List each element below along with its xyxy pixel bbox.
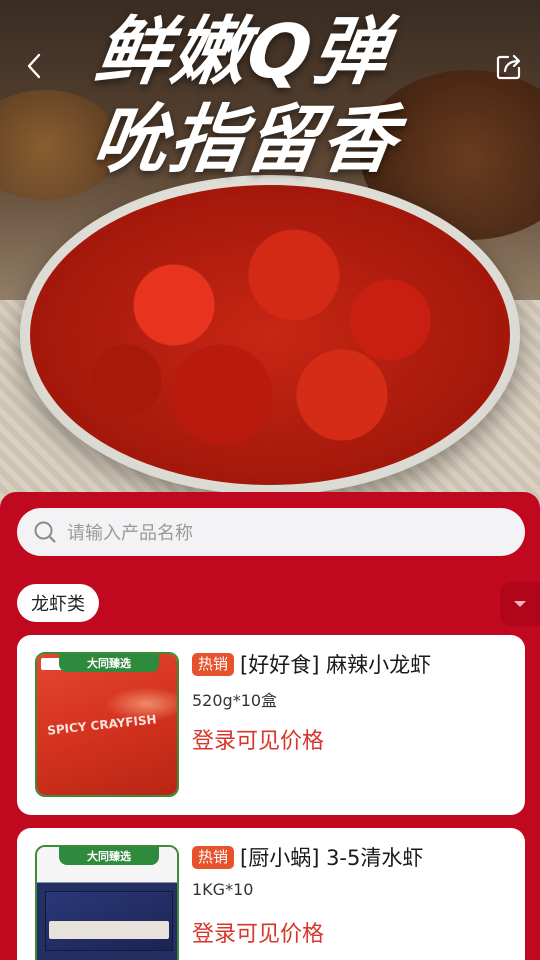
hero-banner: 鲜嫩Q弹 吮指留香 <box>0 0 540 510</box>
search-icon <box>33 520 57 544</box>
search-input[interactable]: 请输入产品名称 <box>17 508 525 556</box>
category-filter: 龙虾类 <box>0 582 540 628</box>
hero-title: 鲜嫩Q弹 吮指留香 <box>58 8 503 184</box>
back-button[interactable] <box>20 52 48 80</box>
thumb-tag: 大同臻选 <box>59 654 159 672</box>
hero-title-line2: 吮指留香 <box>87 97 404 183</box>
chevron-left-icon <box>27 53 41 79</box>
search-placeholder: 请输入产品名称 <box>67 523 193 544</box>
category-expand-button[interactable] <box>500 582 540 626</box>
hot-badge: 热销 <box>192 845 235 869</box>
category-chip-selected[interactable]: 龙虾类 <box>17 584 99 622</box>
product-info: 热销 [好好食] 麻辣小龙虾 520g*10盒 登录可见价格 <box>192 649 513 755</box>
product-name[interactable]: [厨小蜗] 3-5清水虾 <box>240 842 423 872</box>
product-spec: 1KG*10 <box>192 880 254 899</box>
product-info: 热销 [厨小蜗] 3-5清水虾 1KG*10 登录可见价格 <box>192 842 513 948</box>
product-thumbnail[interactable]: 大同臻选 <box>35 845 179 960</box>
thumb-tag: 大同臻选 <box>59 847 159 865</box>
caret-down-icon <box>514 601 526 607</box>
share-icon <box>496 54 521 80</box>
share-button[interactable] <box>494 52 524 82</box>
product-card[interactable]: 大同臻选 SPICY CRAYFISH 热销 [好好食] 麻辣小龙虾 520g*… <box>17 635 525 815</box>
login-to-view-price[interactable]: 登录可见价格 <box>192 723 513 755</box>
product-name[interactable]: [好好食] 麻辣小龙虾 <box>240 649 431 679</box>
product-card[interactable]: 大同臻选 热销 [厨小蜗] 3-5清水虾 1KG*10 登录可见价格 <box>17 828 525 960</box>
content-panel: 请输入产品名称 龙虾类 大同臻选 SPICY CRAYFISH 热销 [好好食]… <box>0 492 540 960</box>
hero-title-line1: 鲜嫩Q弹 <box>90 9 396 95</box>
product-thumbnail[interactable]: 大同臻选 SPICY CRAYFISH <box>35 652 179 797</box>
product-spec: 520g*10盒 <box>192 691 278 710</box>
login-to-view-price[interactable]: 登录可见价格 <box>192 916 513 948</box>
product-box-label <box>49 921 169 939</box>
hero-crayfish-image <box>30 185 510 485</box>
hot-badge: 热销 <box>192 652 235 676</box>
